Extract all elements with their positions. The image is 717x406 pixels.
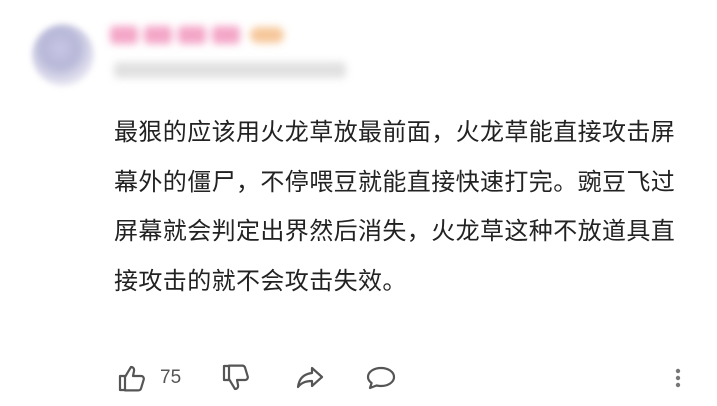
more-vertical-icon: [672, 362, 684, 394]
like-count: 75: [160, 367, 182, 388]
comment-actions: 75: [116, 358, 696, 398]
reply-button[interactable]: [364, 358, 398, 398]
share-icon: [294, 362, 326, 394]
dislike-button[interactable]: [220, 358, 252, 398]
share-button[interactable]: [294, 358, 326, 398]
like-button[interactable]: 75: [116, 358, 181, 398]
comment-icon: [364, 362, 398, 394]
more-options-button[interactable]: [672, 358, 684, 398]
thumbs-up-icon: [116, 362, 148, 394]
comment-text: 最狠的应该用火龙草放最前面，火龙草能直接攻击屏幕外的僵尸，不停喂豆就能直接快速打…: [114, 118, 676, 295]
avatar[interactable]: [32, 24, 94, 86]
username-blurred[interactable]: [110, 24, 284, 46]
user-meta-blurred: [114, 62, 346, 78]
thumbs-down-icon: [220, 362, 252, 394]
